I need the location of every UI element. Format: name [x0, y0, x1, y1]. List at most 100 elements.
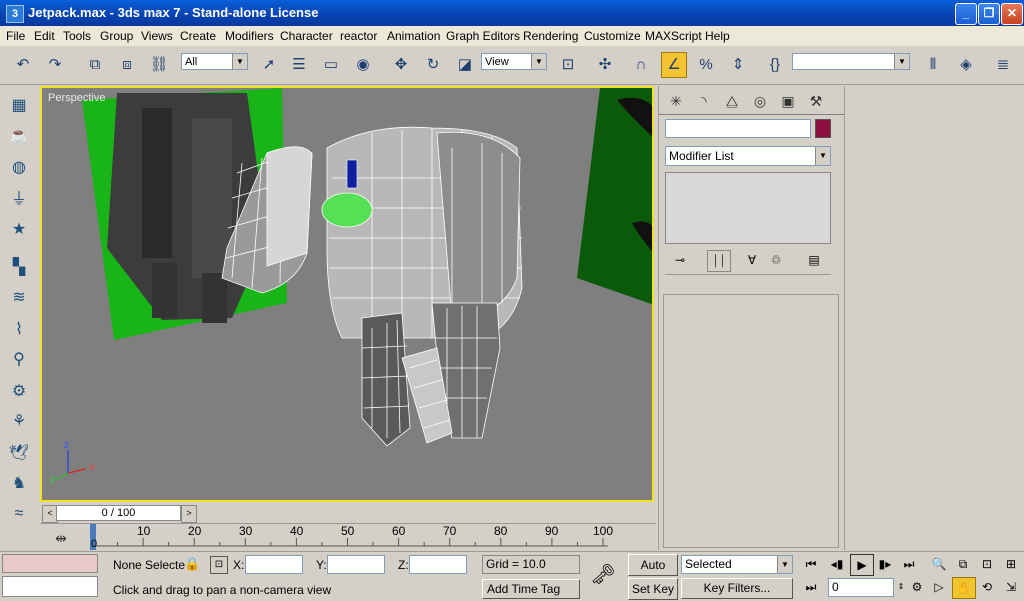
utilities-tab-icon[interactable]: ⚒: [805, 90, 827, 112]
maximize-button[interactable]: ❐: [978, 3, 1000, 25]
reference-coordinate-dropdown[interactable]: View ▼: [481, 53, 547, 70]
key-filters-button[interactable]: Key Filters...: [681, 578, 793, 599]
wrench-icon[interactable]: ⚲: [6, 347, 32, 373]
angle-snap-toggle-icon[interactable]: ∠: [661, 52, 687, 78]
perspective-viewport[interactable]: Perspective z x y: [40, 86, 654, 502]
minimize-button[interactable]: _: [955, 3, 977, 25]
time-next-button[interactable]: >: [181, 505, 197, 523]
z-coordinate-field[interactable]: [409, 555, 467, 574]
pin-stack-icon[interactable]: ⊸: [669, 250, 691, 270]
configure-modifier-sets-icon[interactable]: ▤: [803, 250, 825, 270]
display-tab-icon[interactable]: ▣: [777, 90, 799, 112]
previous-frame-icon[interactable]: ◂▮: [826, 554, 848, 574]
menu-create[interactable]: Create: [180, 29, 216, 43]
current-frame-field[interactable]: 0: [828, 578, 894, 597]
menu-animation[interactable]: Animation: [387, 29, 440, 43]
rectangular-selection-icon[interactable]: ▭: [318, 52, 344, 78]
spring-icon[interactable]: ≋: [6, 285, 32, 311]
play-icon[interactable]: ▶: [850, 554, 874, 576]
track-bar[interactable]: ⇹ 0 10 20 30 40 50 60 70 80 90 100: [40, 523, 656, 552]
x-coordinate-field[interactable]: [245, 555, 303, 574]
menu-graph-editors[interactable]: Graph Editors: [446, 29, 520, 43]
make-unique-icon[interactable]: ∀: [741, 250, 763, 270]
auto-key-button[interactable]: Auto Key: [628, 554, 678, 592]
checker-icon[interactable]: ▚: [6, 255, 32, 281]
named-selection-dropdown[interactable]: ▼: [792, 53, 910, 70]
min-max-toggle-icon[interactable]: ⇲: [1000, 577, 1022, 597]
frame-spinner-icon[interactable]: ⇕: [896, 577, 906, 597]
snaps-toggle-icon[interactable]: ∩: [628, 52, 654, 78]
wave-icon[interactable]: ≈: [6, 501, 32, 527]
biped-icon[interactable]: ♞: [6, 471, 32, 497]
key-mode-dropdown[interactable]: Selected ▼: [681, 555, 793, 574]
close-button[interactable]: ✕: [1001, 3, 1023, 25]
menu-customize[interactable]: Customize: [584, 29, 641, 43]
cone-icon[interactable]: ⏚: [6, 187, 32, 213]
object-color-swatch[interactable]: [815, 119, 831, 138]
pan-view-icon[interactable]: ✋: [952, 577, 976, 599]
frame-slider-thumb[interactable]: 0 / 100: [56, 505, 181, 521]
motion-tab-icon[interactable]: ◎: [749, 90, 771, 112]
select-and-link-icon[interactable]: ⧉: [82, 52, 108, 78]
go-to-start-icon[interactable]: ⏮: [800, 554, 822, 574]
redo-icon[interactable]: ↷: [42, 52, 68, 78]
menu-edit[interactable]: Edit: [34, 29, 55, 43]
app-icon[interactable]: 3: [6, 5, 24, 23]
layer-manager-icon[interactable]: ≣: [990, 52, 1016, 78]
align-icon[interactable]: ◈: [953, 52, 979, 78]
selection-filter-dropdown[interactable]: All ▼: [181, 53, 248, 70]
maxscript-listener-mini[interactable]: [2, 554, 98, 573]
next-frame-icon[interactable]: ▮▸: [874, 554, 896, 574]
percent-snap-icon[interactable]: %: [693, 52, 719, 78]
menu-reactor[interactable]: reactor: [340, 29, 377, 43]
zoom-extents-icon[interactable]: ⊡: [976, 554, 998, 574]
create-tab-icon[interactable]: ✳: [665, 90, 687, 112]
object-name-field[interactable]: [665, 119, 811, 138]
bird-icon[interactable]: 🕊: [6, 441, 32, 467]
show-end-result-icon[interactable]: ⏐⏐: [707, 250, 731, 272]
select-and-move-icon[interactable]: ✥: [388, 52, 414, 78]
key-mode-toggle-icon[interactable]: ⏭: [800, 577, 822, 597]
create-boxes-icon[interactable]: ▦: [6, 93, 32, 119]
window-crossing-icon[interactable]: ◉: [350, 52, 376, 78]
bind-to-space-warp-icon[interactable]: ⛓: [146, 52, 172, 78]
use-pivot-point-icon[interactable]: ⊡: [555, 52, 581, 78]
menu-help[interactable]: Help: [705, 29, 730, 43]
edit-named-selection-icon[interactable]: {}: [762, 52, 788, 78]
select-object-icon[interactable]: ➚: [256, 52, 282, 78]
y-coordinate-field[interactable]: [327, 555, 385, 574]
spinner-snap-icon[interactable]: ⇕: [725, 52, 751, 78]
mirror-icon[interactable]: ⫴: [920, 52, 946, 78]
menu-tools[interactable]: Tools: [63, 29, 91, 43]
teapot-icon[interactable]: ☕: [6, 123, 32, 149]
set-key-button[interactable]: Set Key: [628, 578, 678, 600]
time-configuration-icon[interactable]: ⚙: [906, 577, 928, 597]
absolute-mode-icon[interactable]: ⊡: [210, 556, 228, 574]
unlink-selection-icon[interactable]: ⧈: [114, 52, 140, 78]
modifier-list-dropdown[interactable]: Modifier List ▼: [665, 146, 831, 166]
menu-maxscript[interactable]: MAXScript: [645, 29, 702, 43]
gear-icon[interactable]: ⚙: [6, 379, 32, 405]
zoom-extents-all-icon[interactable]: ⊞: [1000, 554, 1022, 574]
lock-icon[interactable]: 🔒: [184, 556, 200, 572]
modifier-stack-list[interactable]: [665, 172, 831, 244]
set-key-icon[interactable]: 🗝: [584, 562, 622, 588]
zoom-icon[interactable]: 🔍: [928, 554, 950, 574]
viewport-label[interactable]: Perspective: [48, 92, 105, 104]
add-time-tag-button[interactable]: Add Time Tag: [482, 579, 580, 599]
select-and-scale-icon[interactable]: ◪: [452, 52, 478, 78]
pipe-icon[interactable]: ⌇: [6, 317, 32, 343]
sphere-icon[interactable]: ◍: [6, 155, 32, 181]
star-icon[interactable]: ★: [6, 217, 32, 243]
undo-icon[interactable]: ↶: [10, 52, 36, 78]
plant-icon[interactable]: ⚘: [6, 409, 32, 435]
select-and-rotate-icon[interactable]: ↻: [420, 52, 446, 78]
menu-modifiers[interactable]: Modifiers: [225, 29, 274, 43]
hierarchy-tab-icon[interactable]: ⧋: [721, 90, 743, 112]
menu-group[interactable]: Group: [100, 29, 133, 43]
go-to-end-icon[interactable]: ⏭: [898, 554, 920, 574]
modify-tab-icon[interactable]: ◝: [693, 90, 715, 112]
menu-rendering[interactable]: Rendering: [523, 29, 578, 43]
menu-character[interactable]: Character: [280, 29, 333, 43]
zoom-all-icon[interactable]: ⧉: [952, 554, 974, 574]
